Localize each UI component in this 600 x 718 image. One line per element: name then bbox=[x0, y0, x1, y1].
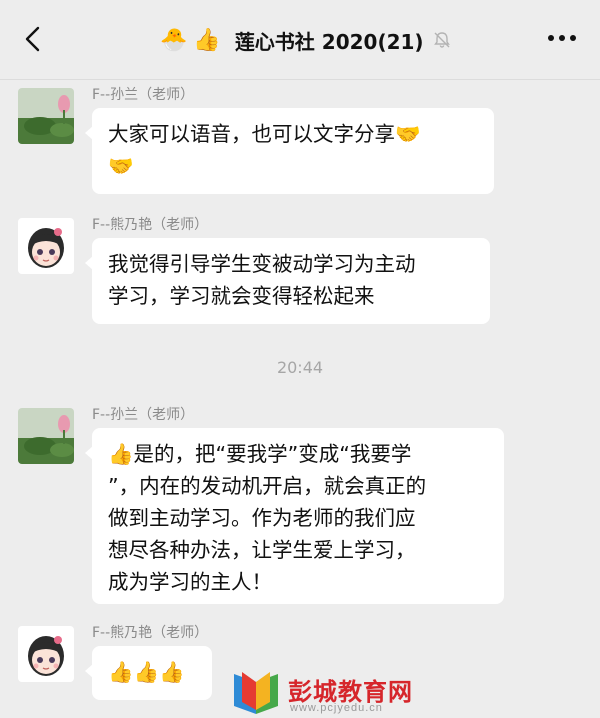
watermark-url: www.pcjyedu.cn bbox=[290, 702, 383, 714]
chevron-left-icon[interactable] bbox=[18, 24, 48, 54]
message-bubble[interactable]: 👍👍👍 bbox=[85, 646, 212, 700]
message-line: 👍👍👍 bbox=[108, 660, 185, 684]
cartoon-girl-avatar[interactable] bbox=[18, 218, 74, 274]
more-dots-icon[interactable] bbox=[548, 35, 576, 43]
cartoon-girl-avatar[interactable] bbox=[18, 626, 74, 682]
message-line: 学习，学习就会变得轻松起来 bbox=[108, 284, 375, 308]
message-line: 🤝 bbox=[108, 154, 134, 178]
lotus-avatar[interactable] bbox=[18, 88, 74, 144]
thumbs-up-emoji-icon: 👍 bbox=[193, 27, 221, 53]
lotus-avatar[interactable] bbox=[18, 408, 74, 464]
message-bubble[interactable]: 大家可以语音，也可以文字分享🤝 🤝 bbox=[85, 108, 494, 194]
bell-slash-icon bbox=[433, 32, 450, 48]
sender-name: F--孙兰（老师） bbox=[92, 407, 195, 423]
group-name: 莲心书社 2020(21) bbox=[234, 29, 424, 54]
message-line: 成为学习的主人！ bbox=[108, 570, 272, 594]
message-line: ”，内在的发动机开启，就会真正的 bbox=[108, 474, 427, 498]
message-line: 大家可以语音，也可以文字分享🤝 bbox=[108, 122, 421, 146]
message-line: 做到主动学习。作为老师的我们应 bbox=[108, 506, 416, 530]
chat-title: 🐣 👍 莲心书社 2020(21) bbox=[160, 24, 452, 56]
site-watermark: 彭城教育网 www.pcjyedu.cn bbox=[228, 668, 448, 718]
book-logo-icon bbox=[234, 672, 278, 714]
message-line: 想尽各种办法，让学生爱上学习， bbox=[108, 538, 416, 562]
message-line: 我觉得引导学生变被动学习为主动 bbox=[108, 252, 416, 276]
chick-emoji-icon: 🐣 bbox=[160, 27, 188, 53]
sender-name: F--孙兰（老师） bbox=[92, 87, 195, 103]
sender-name: F--熊乃艳（老师） bbox=[92, 217, 209, 233]
message-bubble[interactable]: 👍是的，把“要我学”变成“我要学 ”，内在的发动机开启，就会真正的 做到主动学习… bbox=[85, 428, 504, 604]
message-bubble[interactable]: 我觉得引导学生变被动学习为主动 学习，学习就会变得轻松起来 bbox=[85, 238, 490, 324]
sender-name: F--熊乃艳（老师） bbox=[92, 625, 209, 641]
chat-header: 🐣 👍 莲心书社 2020(21) bbox=[0, 0, 600, 80]
message-timestamp: 20:44 bbox=[276, 358, 324, 377]
message-line: 👍是的，把“要我学”变成“我要学 bbox=[108, 442, 412, 466]
